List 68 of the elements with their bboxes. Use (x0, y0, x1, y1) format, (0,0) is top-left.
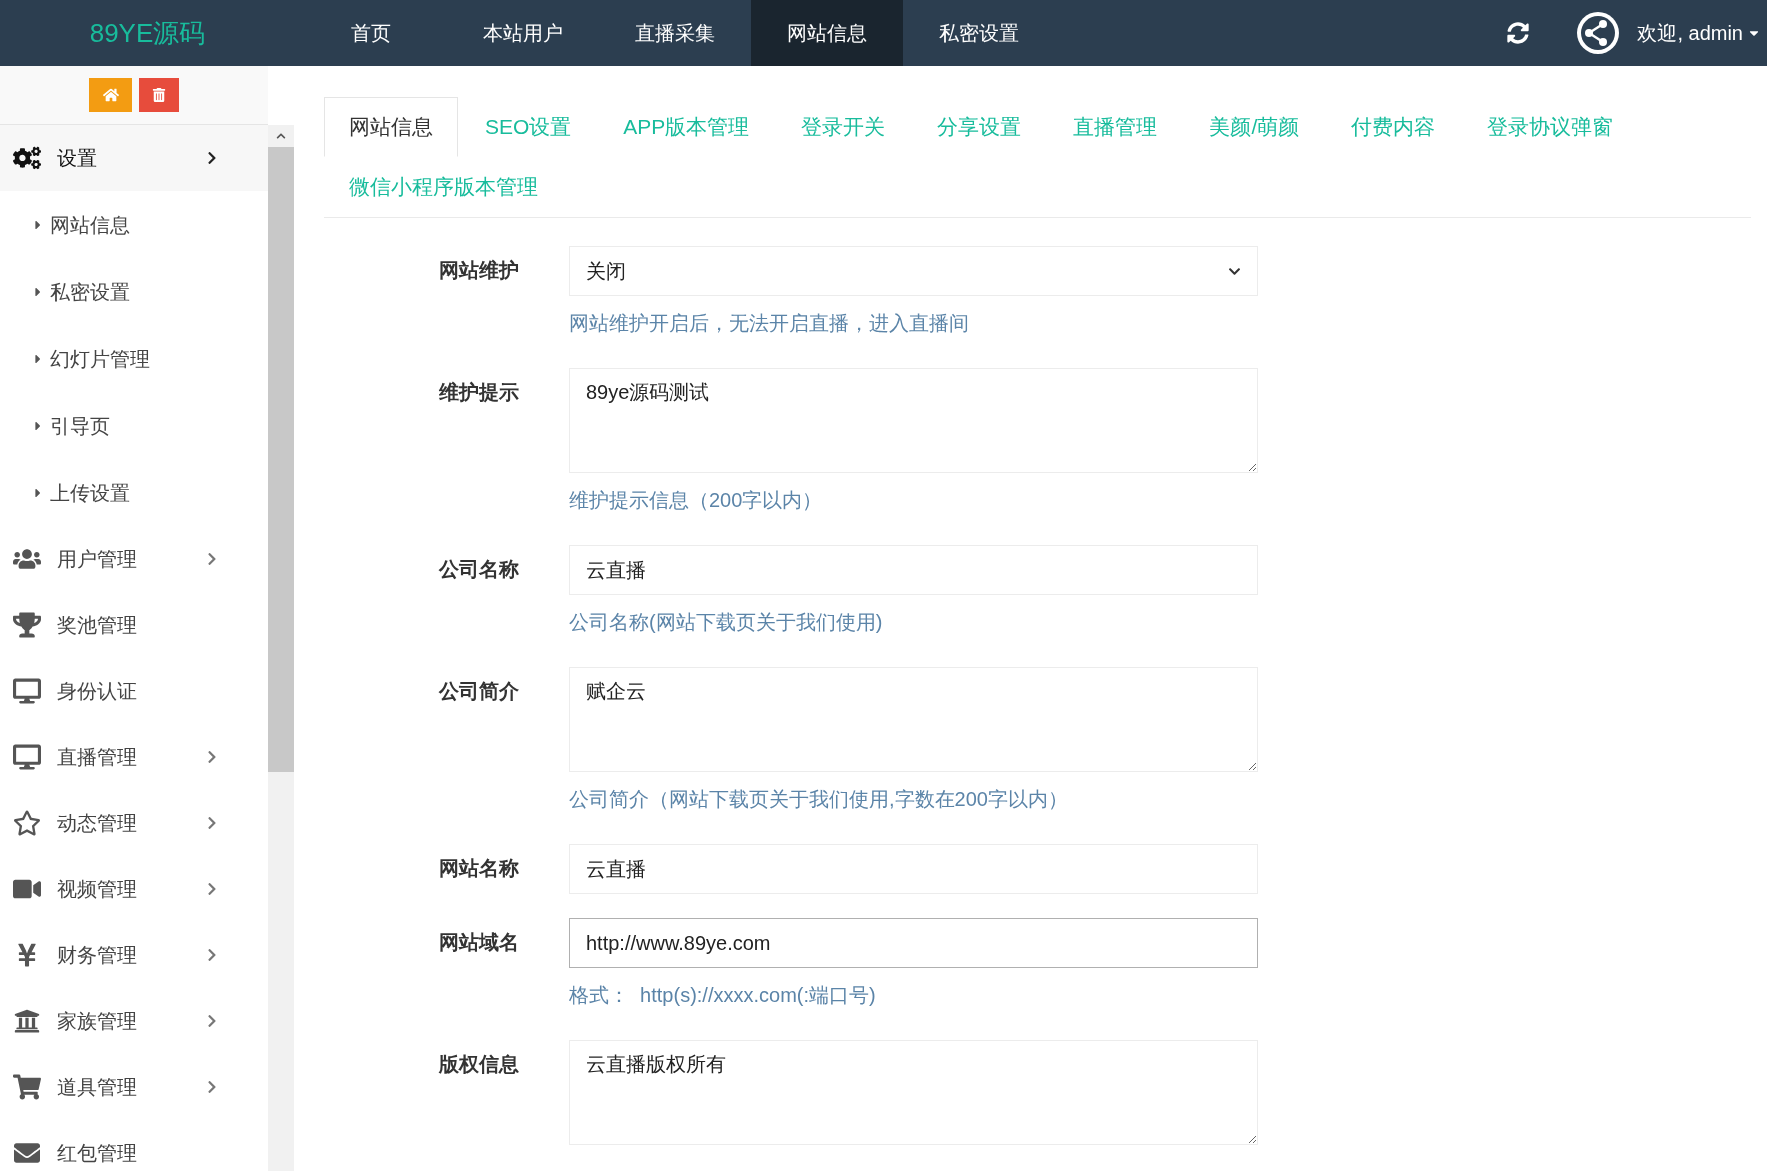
chevron-right-icon (206, 1014, 218, 1028)
nav-item[interactable]: 直播采集 (599, 0, 751, 66)
refresh-icon[interactable] (1507, 22, 1530, 44)
text-area[interactable]: 赋企云 (569, 667, 1258, 772)
sidebar-item[interactable]: 动态管理 (0, 790, 268, 856)
sidebar-item[interactable]: 奖池管理 (0, 592, 268, 658)
field-label: 公司名称 (439, 557, 519, 582)
field-label: 公司简介 (439, 679, 519, 704)
user-menu[interactable]: 欢迎, admin (1637, 18, 1761, 48)
gear-icon (13, 145, 41, 171)
help-text: 网站维护开启后，无法开启直播，进入直播间 (569, 311, 970, 336)
field-label: 网站名称 (439, 856, 519, 881)
chevron-right-icon (206, 948, 218, 962)
chevron-right-icon (206, 882, 218, 896)
trash-icon (152, 88, 166, 102)
sidebar-item[interactable]: 财务管理 (0, 922, 268, 988)
select-field[interactable]: 关闭 (569, 246, 1258, 296)
input-field[interactable]: 云直播 (569, 844, 1258, 894)
sidebar-subitem[interactable]: 网站信息 (0, 191, 268, 258)
field-label: 版权信息 (439, 1052, 519, 1077)
home-button[interactable] (89, 78, 132, 112)
field-label: 网站维护 (439, 258, 519, 283)
monitor-icon (13, 678, 41, 704)
sidebar-item[interactable]: 设置 (0, 125, 268, 191)
star-icon (13, 810, 41, 836)
envelope-icon (13, 1140, 41, 1166)
help-text: 公司名称(网站下载页关于我们使用) (569, 610, 884, 635)
bank-icon (13, 1008, 41, 1034)
sidebar-subitem[interactable]: 私密设置 (0, 258, 268, 325)
text-area[interactable]: 89ye源码测试 (569, 368, 1258, 473)
text-area[interactable]: 云直播版权所有 (569, 1040, 1258, 1145)
sidebar-item[interactable]: 视频管理 (0, 856, 268, 922)
nav-item[interactable]: 网站信息 (751, 0, 903, 66)
trophy-icon (13, 612, 41, 638)
nav-item[interactable]: 首页 (295, 0, 447, 66)
sidebar-item[interactable]: 红包管理 (0, 1120, 268, 1171)
chevron-right-icon (206, 750, 218, 764)
field-label: 网站域名 (439, 930, 519, 955)
avatar-icon (1575, 10, 1622, 56)
chevron-right-icon (206, 151, 218, 165)
home-icon (102, 87, 119, 103)
help-text: 格式： http(s)://xxxx.com(:端口号) (569, 983, 877, 1008)
sidebar-item[interactable]: 用户管理 (0, 526, 268, 592)
sidebar-item[interactable]: 直播管理 (0, 724, 268, 790)
help-text: 公司简介（网站下载页关于我们使用,字数在200字以内） (569, 787, 1069, 812)
help-text: 维护提示信息（200字以内） (569, 488, 824, 513)
sidebar-subitem[interactable]: 引导页 (0, 392, 268, 459)
field-label: 维护提示 (439, 380, 519, 405)
logo-text: 89YE源码 (89, 16, 206, 50)
delete-button[interactable] (139, 78, 179, 112)
chevron-right-icon (206, 816, 218, 830)
cart-icon (13, 1074, 41, 1100)
nav-item[interactable]: 本站用户 (447, 0, 599, 66)
scrollbar-thumb[interactable] (268, 147, 294, 772)
nav-item[interactable]: 私密设置 (903, 0, 1055, 66)
sidebar-item[interactable]: 身份认证 (0, 658, 268, 724)
monitor-icon (13, 744, 41, 770)
input-field[interactable]: http://www.89ye.com (569, 918, 1258, 968)
input-field[interactable]: 云直播 (569, 545, 1258, 595)
sidebar-item[interactable]: 家族管理 (0, 988, 268, 1054)
tab[interactable]: 网站信息 (324, 97, 458, 157)
chevron-up-icon (275, 131, 287, 141)
sidebar-subitem[interactable]: 上传设置 (0, 459, 268, 526)
sidebar-subitem[interactable]: 幻灯片管理 (0, 325, 268, 392)
sidebar-item[interactable]: 道具管理 (0, 1054, 268, 1120)
users-icon (13, 546, 41, 572)
chevron-right-icon (206, 1080, 218, 1094)
chevron-right-icon (206, 552, 218, 566)
